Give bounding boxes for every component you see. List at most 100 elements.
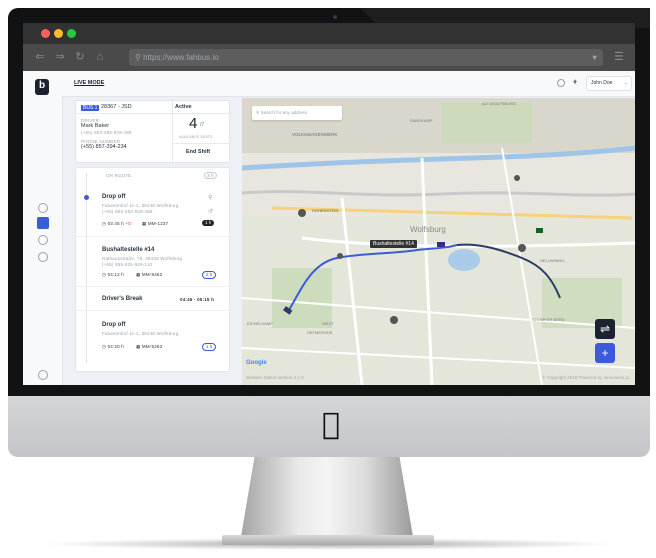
maximize-window-button[interactable]	[67, 29, 76, 38]
stop-code: MM-8462	[141, 272, 163, 277]
map-label: SANDKAMP	[410, 118, 433, 123]
timeline-card: ON ROUTE 3 h Drop off ⚲ Fasanenhof 11-1,…	[75, 167, 230, 372]
stop-time: 03:45 h	[107, 221, 124, 226]
user-name: John Doe	[591, 80, 613, 86]
bus-card: BUS 1 28367 - JSD Active DRIVER Mark Bak…	[75, 100, 230, 163]
stop-code: MM-1237	[147, 221, 169, 226]
top-bar: LIVE MODE ♦ John Doe ⌄	[62, 71, 635, 97]
end-shift-button[interactable]: End Shift	[186, 149, 210, 155]
bus-icon[interactable]	[37, 217, 49, 229]
back-icon[interactable]: ⇐	[32, 50, 48, 65]
bus-marker[interactable]	[536, 228, 543, 233]
map-search-box[interactable]: ⚲ Search for any address	[252, 106, 342, 120]
stop-phone: (+55) 855-283-928-465	[102, 209, 153, 214]
stop-delay: +5'	[125, 221, 133, 226]
break-time-range: 04:45 - 05:15 h	[180, 297, 215, 302]
footer: Website Status Version 2.1.0 © Copyright…	[242, 371, 635, 385]
add-button[interactable]: +	[595, 343, 615, 363]
camera-icon	[333, 15, 337, 19]
divider	[172, 143, 229, 144]
timeline-top-badge: 3 h	[204, 172, 217, 179]
home-icon[interactable]: ⌂	[92, 50, 108, 65]
map-marker[interactable]	[518, 244, 526, 252]
stop-badge: 1 h	[202, 343, 217, 351]
settings-icon[interactable]	[38, 235, 48, 245]
history-icon[interactable]	[38, 203, 48, 213]
reload-icon[interactable]: ↻	[72, 50, 88, 65]
phone-number: (+55) 857-394-234	[81, 144, 127, 150]
map-marker[interactable]	[337, 253, 343, 259]
stop-title[interactable]: Drop off	[102, 322, 125, 328]
available-seats-count: 4	[189, 115, 198, 132]
stop-badge: 1 h	[202, 220, 215, 226]
search-icon: ⚲	[256, 110, 260, 115]
footer-left[interactable]: Website Status Version 2.1.0	[246, 375, 304, 380]
bus-plate: 28367 - JSD	[101, 104, 132, 110]
monitor-stand	[239, 455, 415, 545]
map-label: HELLWINKEL	[540, 258, 566, 263]
map-marker[interactable]	[298, 209, 306, 217]
close-window-button[interactable]	[41, 29, 50, 38]
map[interactable]: ⚲ Search for any address ALT-WOLFSBURG V…	[242, 98, 635, 385]
divider	[76, 286, 229, 287]
divider	[76, 236, 229, 237]
stop-address: Fasanenhof 11-1, 38446 Wolfsburg	[102, 331, 179, 336]
plus-icon: +	[601, 346, 609, 360]
footer-right: © Copyright 2018 Powered by Innovaeos.io	[542, 375, 629, 380]
total-seats: /7	[200, 122, 205, 128]
timeline-top-label: ON ROUTE	[106, 173, 132, 178]
app: b LIVE MODE ♦ John Doe ⌄ BUS 1 28367 - J…	[23, 71, 635, 385]
url-bar[interactable]: ⚲ https://www.fahbus.io ♥	[129, 49, 603, 66]
map-canvas[interactable]	[242, 98, 635, 385]
undo-icon[interactable]: ↺	[208, 208, 213, 215]
stop-address: Rathausstraße, 78, 38440 Wolfsburg	[102, 256, 183, 261]
map-label: HOHENSTEIN	[312, 208, 339, 213]
map-label: EICHELKAMP	[247, 321, 273, 326]
map-label: ALT-WOLFSBURG	[482, 101, 516, 106]
divider	[76, 113, 229, 114]
search-icon: ⚲	[135, 53, 141, 62]
driver-phone: (+55) 853-283-928-465	[81, 130, 132, 135]
map-marker[interactable]	[514, 175, 520, 181]
url-text: https://www.fahbus.io	[143, 53, 219, 62]
minimize-window-button[interactable]	[54, 29, 63, 38]
browser-toolbar: ⇐ ⇒ ↻ ⌂ ⚲ https://www.fahbus.io ♥ ☰	[23, 44, 635, 71]
stop-phone: (+55) 855-835-928-142	[102, 262, 153, 267]
timeline-dot-active	[84, 195, 89, 200]
driver-name: Mark Baker	[81, 123, 110, 129]
location-pin-icon[interactable]: ⚲	[208, 194, 212, 201]
stop-time: 04:12 h	[107, 272, 124, 277]
live-mode-label[interactable]: LIVE MODE	[74, 80, 104, 86]
bus-tag: BUS 1	[81, 105, 100, 111]
bus-status[interactable]: Active	[175, 104, 192, 110]
stop-title[interactable]: Drop off	[102, 194, 125, 200]
heart-icon[interactable]: ♥	[592, 49, 597, 66]
map-tooltip: Bushaltestelle #14	[370, 240, 417, 248]
stop-address: Fasanenhof 11-1, 38446 Wolfsburg	[102, 203, 179, 208]
filter-button[interactable]: ⇌	[595, 319, 615, 339]
stop-code: MM-5263	[141, 344, 163, 349]
bell-icon[interactable]: ♦	[573, 77, 577, 86]
map-label: WEST	[322, 321, 334, 326]
available-seats-label: AVAILABLE SEATS	[179, 135, 213, 139]
sidebar: b	[23, 71, 63, 385]
map-search-placeholder: Search for any address	[260, 110, 308, 115]
menu-icon[interactable]: ☰	[611, 50, 627, 65]
screen: ⇐ ⇒ ↻ ⌂ ⚲ https://www.fahbus.io ♥ ☰ b LI…	[23, 23, 635, 385]
stop-title[interactable]: Bushaltestelle #14	[102, 247, 154, 253]
divider	[172, 101, 173, 162]
browser-titlebar	[23, 23, 635, 44]
logout-icon[interactable]	[38, 370, 48, 380]
stop-time: 04:20 h	[107, 344, 124, 349]
map-marker[interactable]	[390, 316, 398, 324]
camera-view-icon[interactable]	[557, 79, 565, 87]
app-logo[interactable]: b	[35, 79, 49, 95]
bus-marker[interactable]	[437, 242, 445, 247]
user-dropdown[interactable]: John Doe ⌄	[586, 76, 632, 91]
forward-icon[interactable]: ⇒	[52, 50, 68, 65]
monitor-stand-base	[222, 535, 434, 545]
help-icon[interactable]	[38, 252, 48, 262]
stop-badge: 2 h	[202, 271, 217, 279]
map-label: DETMERODE	[307, 330, 333, 335]
timeline-line	[86, 173, 87, 363]
